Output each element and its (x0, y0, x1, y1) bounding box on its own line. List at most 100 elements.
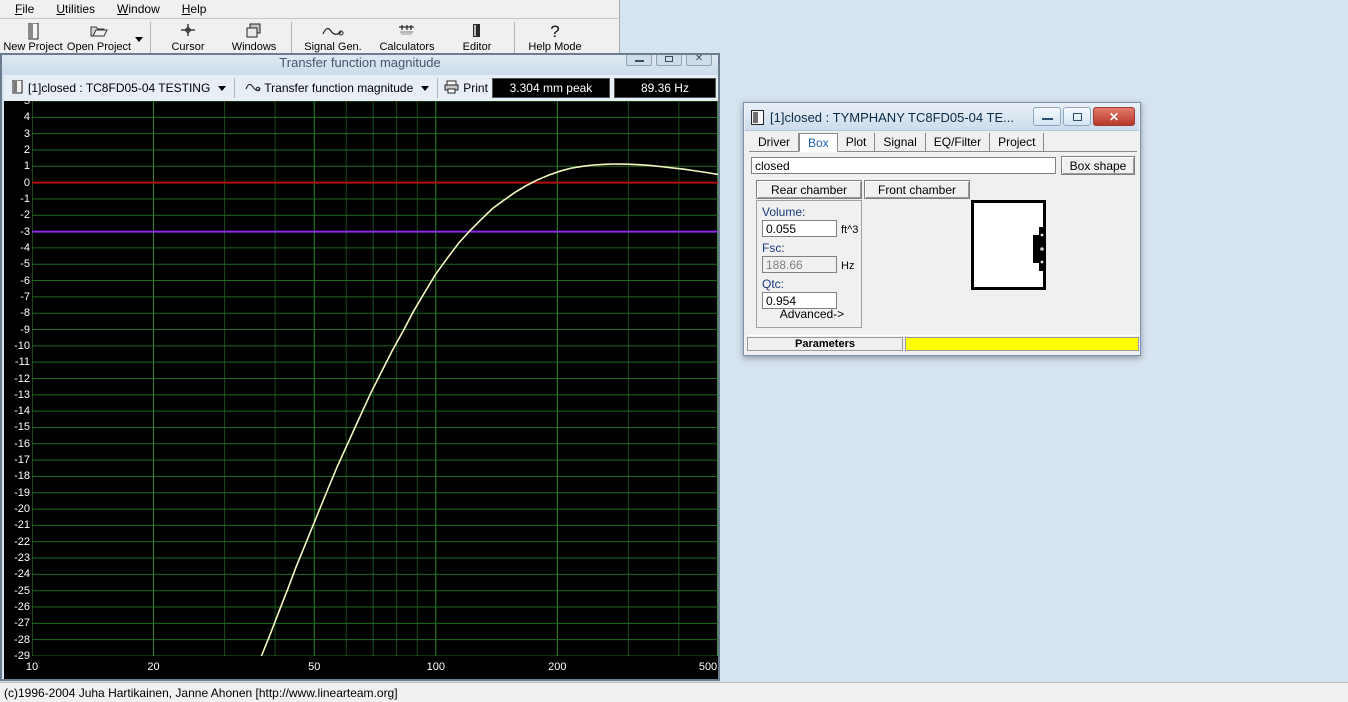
y-axis-tick: 2 (23, 143, 30, 156)
rear-chamber-field-group: Volume: 0.055 ft^3 Fsc: 188.66 Hz Qtc: 0… (756, 200, 862, 328)
y-axis-tick: -7 (20, 290, 30, 303)
windows-icon (245, 21, 263, 41)
status-parameters-label: Parameters (747, 336, 903, 351)
printer-icon (444, 80, 460, 97)
y-axis-tick: 5 (23, 101, 30, 107)
y-axis-tick: -25 (14, 584, 30, 597)
box-shape-label: Box shape (1069, 158, 1127, 173)
readout-frequency-value: 89.36 Hz (613, 78, 716, 98)
tab-box[interactable]: Box (799, 133, 838, 152)
tab-project-label: Project (998, 135, 1036, 149)
chart-minimize-button[interactable] (626, 55, 652, 66)
print-button[interactable]: Print (444, 80, 488, 97)
new-project-icon (26, 21, 40, 41)
tab-signal-label: Signal (883, 135, 917, 149)
rear-chamber-button[interactable]: Rear chamber (756, 180, 862, 199)
chart-maximize-button[interactable] (656, 55, 682, 66)
windows-label: Windows (231, 41, 277, 53)
y-axis-tick: -28 (14, 633, 30, 646)
menu-item-file[interactable]: File (12, 1, 37, 17)
advanced-button[interactable]: Advanced-> (777, 306, 847, 322)
box-shape-button[interactable]: Box shape (1061, 156, 1135, 175)
minimize-icon (634, 60, 644, 62)
y-axis-tick: 3 (23, 127, 30, 140)
y-axis-tick: -18 (14, 470, 30, 483)
copyright-bar: (c)1996-2004 Juha Hartikainen, Janne Aho… (0, 682, 1348, 702)
dialog-statusbar: Parameters (747, 335, 1139, 351)
plot-type-combo[interactable]: Transfer function magnitude (241, 77, 431, 99)
toolbar-separator-3 (514, 22, 515, 56)
dialog-titlebar[interactable]: [1]closed : TYMPHANY TC8FD05-04 TE... ✕ (745, 104, 1139, 131)
volume-unit: ft^3 (841, 224, 859, 236)
menu-item-utilities[interactable]: Utilities (53, 1, 98, 17)
y-axis-tick: -14 (14, 405, 30, 418)
chart-window-titlebar[interactable]: Transfer function magnitude ✕ (2, 55, 718, 75)
volume-input[interactable]: 0.055 (762, 220, 837, 237)
close-icon: ✕ (1108, 109, 1120, 124)
y-axis-tick: 0 (23, 176, 30, 189)
front-chamber-button[interactable]: Front chamber (864, 180, 970, 199)
y-axis-tick: 1 (23, 160, 30, 173)
tab-box-label: Box (808, 135, 829, 150)
waveform-icon (245, 81, 264, 95)
front-chamber-label: Front chamber (877, 182, 957, 197)
dialog-restore-button[interactable] (1063, 107, 1091, 126)
toolbar-separator-1 (150, 22, 151, 56)
x-axis-tick: 10 (25, 661, 39, 673)
y-axis-tick: 4 (23, 111, 30, 124)
menu-item-window[interactable]: Window (114, 1, 163, 17)
application-window: File Utilities Window Help New Project O… (0, 0, 1348, 702)
chart-close-button[interactable]: ✕ (686, 55, 712, 66)
tab-plot[interactable]: Plot (837, 133, 876, 151)
fsc-unit: Hz (841, 260, 855, 272)
signal-gen-label: Signal Gen. (304, 41, 362, 53)
y-axis-tick: -26 (14, 601, 30, 614)
tab-signal[interactable]: Signal (875, 133, 926, 151)
dialog-body: closed Box shape Rear chamber Front cham… (749, 152, 1137, 330)
tab-project[interactable]: Project (990, 133, 1045, 151)
box-name-input[interactable]: closed (751, 157, 1056, 174)
qtc-label: Qtc: (762, 277, 785, 291)
new-project-label: New Project (3, 41, 63, 53)
maximize-icon (665, 56, 673, 62)
open-project-label: Open Project (66, 41, 132, 53)
tab-eq-filter[interactable]: EQ/Filter (925, 133, 991, 151)
chart-window-title: Transfer function magnitude (279, 55, 441, 70)
menu-item-help[interactable]: Help (179, 1, 210, 17)
y-axis-tick: -8 (20, 307, 30, 320)
box-name-value: closed (755, 158, 790, 173)
rear-chamber-label: Rear chamber (770, 182, 848, 197)
tab-driver[interactable]: Driver (749, 133, 799, 151)
tab-driver-label: Driver (758, 135, 790, 149)
chart-toolbar-separator-1 (234, 78, 236, 98)
y-axis-tick: -24 (14, 568, 30, 581)
cursor-label: Cursor (171, 41, 205, 53)
y-axis-tick: -27 (14, 617, 30, 630)
y-axis-tick: -13 (14, 388, 30, 401)
fsc-label: Fsc: (762, 241, 785, 255)
minimize-icon (1041, 118, 1053, 120)
project-selector-combo[interactable]: [1]closed : TC8FD05-04 TESTING (8, 77, 228, 99)
y-axis-tick: -3 (20, 225, 30, 238)
y-axis-tick: -16 (14, 437, 30, 450)
plot-area[interactable]: 5 4 3 2 1 0 -1 -2 -3 -4 -5 -6 -7 -8 -9 -10 -11 -12 -13 -14-… (4, 101, 718, 679)
dialog-close-button[interactable]: ✕ (1093, 107, 1135, 126)
help-mode-icon: ? (550, 21, 560, 41)
y-axis-tick: -6 (20, 274, 30, 287)
y-axis-tick: -15 (14, 421, 30, 434)
y-axis-tick: -4 (20, 241, 30, 254)
help-mode-label: Help Mode (528, 41, 582, 53)
x-axis-tick: 500 (698, 661, 718, 673)
project-document-icon (751, 109, 764, 125)
plot-grid-and-curve (32, 101, 718, 656)
advanced-label: Advanced-> (779, 307, 845, 321)
volume-value: 0.055 (766, 221, 797, 236)
dialog-minimize-button[interactable] (1033, 107, 1061, 126)
print-label: Print (463, 81, 488, 95)
chevron-down-icon (218, 85, 227, 91)
y-axis-tick: -5 (20, 258, 30, 271)
y-axis-tick: -22 (14, 535, 30, 548)
y-axis-tick: -20 (14, 503, 30, 516)
y-axis-tick: -21 (14, 519, 30, 532)
readout-peak-value: 3.304 mm peak (491, 78, 610, 98)
